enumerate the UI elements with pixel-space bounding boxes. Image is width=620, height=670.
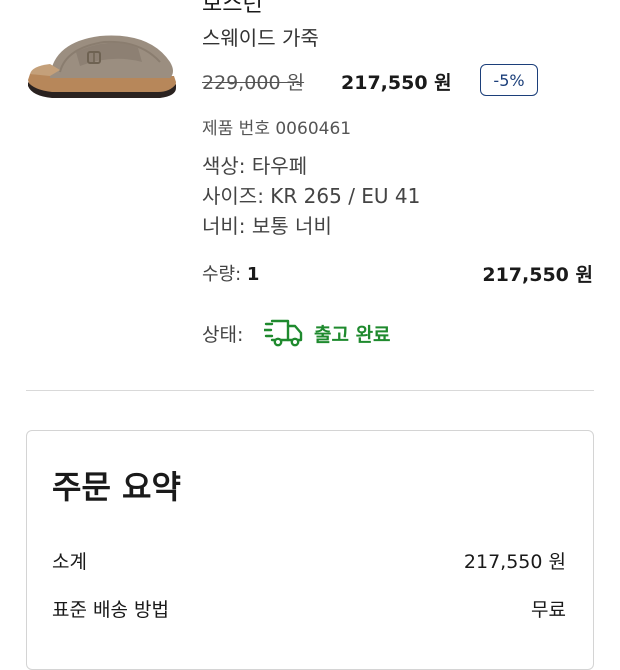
- status-label: 상태:: [202, 324, 244, 346]
- status-value: 출고 완료: [314, 324, 391, 346]
- shipping-value: 무료: [531, 599, 566, 621]
- quantity-label: 수량:: [202, 264, 242, 285]
- product-image[interactable]: [20, 22, 180, 102]
- delivery-truck-icon: [264, 319, 303, 347]
- order-summary-title: 주문 요약: [52, 468, 181, 506]
- product-width: 너비: 보통 너비: [202, 214, 332, 238]
- product-size: 사이즈: KR 265 / EU 41: [202, 184, 421, 208]
- divider: [26, 390, 594, 391]
- subtotal-label: 소계: [52, 551, 87, 573]
- subtotal-value: 217,550 원: [463, 551, 566, 573]
- product-number: 제품 번호 0060461: [202, 119, 352, 139]
- quantity-value: 1: [246, 264, 260, 285]
- discount-badge: -5%: [480, 64, 538, 96]
- product-title: 보스턴: [202, 0, 263, 17]
- original-price: 229,000 원: [202, 72, 305, 94]
- product-color: 색상: 타우페: [202, 154, 308, 178]
- shipping-label: 표준 배송 방법: [52, 599, 169, 621]
- sale-price: 217,550 원: [341, 72, 452, 94]
- product-subtitle: 스웨이드 가죽: [202, 26, 319, 50]
- quantity: 수량: 1: [202, 260, 259, 286]
- line-total: 217,550 원: [482, 264, 593, 286]
